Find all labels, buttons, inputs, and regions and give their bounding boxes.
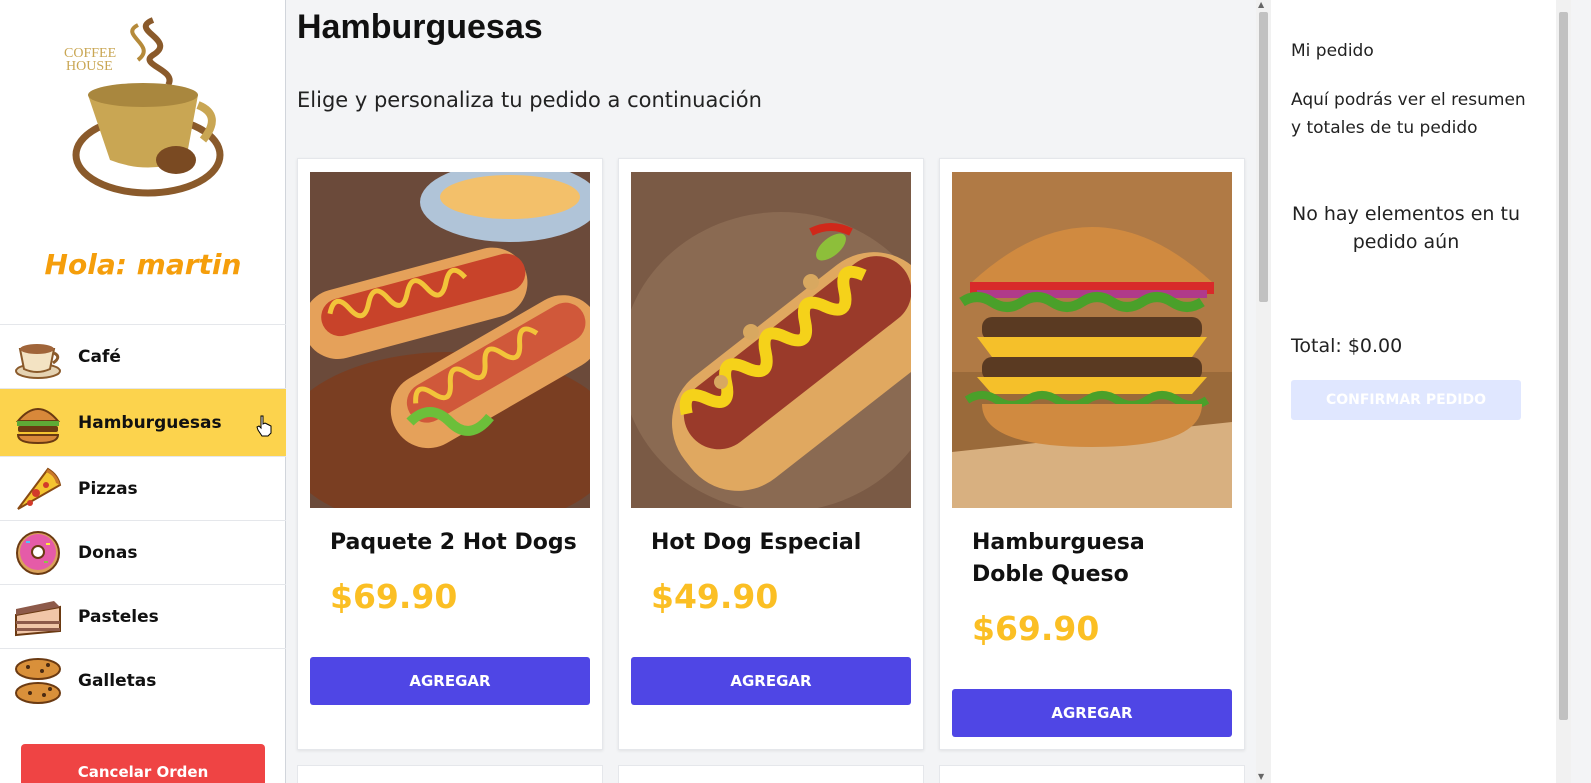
- category-label: Pizzas: [78, 478, 138, 499]
- svg-text:HOUSE: HOUSE: [66, 59, 113, 74]
- product-card: [297, 765, 603, 783]
- product-card: [618, 765, 924, 783]
- category-item-donas[interactable]: Donas: [0, 520, 286, 584]
- category-item-hamburguesas[interactable]: Hamburguesas: [0, 388, 286, 456]
- add-to-order-button[interactable]: AGREGAR: [310, 657, 590, 705]
- special-hotdog-photo: [631, 172, 911, 508]
- product-name: Hot Dog Especial: [651, 530, 862, 555]
- product-card: Hamburguesa Doble Queso $69.90 AGREGAR: [939, 158, 1245, 750]
- coffee-cup-icon: [15, 343, 61, 379]
- page-subtitle: Elige y personaliza tu pedido a continua…: [297, 88, 762, 112]
- hand-cursor-icon: [256, 415, 272, 437]
- double-cheeseburger-photo: [952, 172, 1232, 508]
- order-empty-message: No hay elementos en tu pedido aún: [1291, 203, 1521, 253]
- order-title: Mi pedido: [1291, 41, 1374, 61]
- category-label: Pasteles: [78, 606, 159, 627]
- product-name: Hamburguesa Doble Queso: [972, 530, 1145, 587]
- product-card: Hot Dog Especial $49.90 AGREGAR: [618, 158, 924, 750]
- two-hotdogs-photo: [310, 172, 590, 508]
- category-label: Galletas: [78, 670, 157, 691]
- catalog-scrollbar[interactable]: ▲ ▼: [1256, 0, 1271, 783]
- product-catalog: Hamburguesas Elige y personaliza tu pedi…: [286, 0, 1256, 783]
- category-item-cafe[interactable]: Café: [0, 324, 286, 388]
- scrollbar-thumb[interactable]: [1559, 12, 1568, 720]
- cancel-order-button[interactable]: Cancelar Orden: [21, 744, 265, 783]
- cookie-icon: [15, 657, 61, 704]
- donut-icon: [16, 530, 60, 575]
- category-list: Café Hamburguesas Pizzas Donas Pasteles …: [0, 324, 286, 712]
- scroll-down-icon[interactable]: ▼: [1258, 772, 1264, 781]
- scrollbar-thumb[interactable]: [1259, 12, 1268, 302]
- window-scrollbar[interactable]: [1556, 0, 1571, 783]
- product-price: $69.90: [330, 577, 458, 616]
- user-greeting: Hola: martin: [44, 248, 242, 281]
- product-name: Paquete 2 Hot Dogs: [330, 530, 577, 555]
- sidebar: COFFEE HOUSE Hola: martin Café Hamburgue…: [0, 0, 286, 783]
- add-to-order-button[interactable]: AGREGAR: [952, 689, 1232, 737]
- product-card: Paquete 2 Hot Dogs $69.90 AGREGAR: [297, 158, 603, 750]
- cake-icon: [15, 600, 61, 636]
- product-price: $69.90: [972, 609, 1100, 648]
- product-card: [939, 765, 1245, 783]
- category-label: Café: [78, 346, 121, 367]
- order-total: Total: $0.00: [1291, 335, 1403, 357]
- category-item-galletas[interactable]: Galletas: [0, 648, 286, 712]
- category-label: Donas: [78, 542, 138, 563]
- order-description: Aquí podrás ver el resumen y totales de …: [1291, 90, 1526, 138]
- burger-icon: [15, 407, 61, 444]
- pizza-icon: [17, 467, 62, 510]
- category-item-pizzas[interactable]: Pizzas: [0, 456, 286, 520]
- add-to-order-button[interactable]: AGREGAR: [631, 657, 911, 705]
- category-item-pasteles[interactable]: Pasteles: [0, 584, 286, 648]
- category-label: Hamburguesas: [78, 412, 222, 433]
- product-price: $49.90: [651, 577, 779, 616]
- confirm-order-button[interactable]: CONFIRMAR PEDIDO: [1291, 380, 1521, 420]
- page-title: Hamburguesas: [297, 8, 543, 46]
- order-summary-panel: Mi pedido Aquí podrás ver el resumen y t…: [1271, 0, 1556, 783]
- coffee-house-logo: COFFEE HOUSE: [64, 17, 224, 197]
- scroll-up-icon[interactable]: ▲: [1258, 0, 1264, 9]
